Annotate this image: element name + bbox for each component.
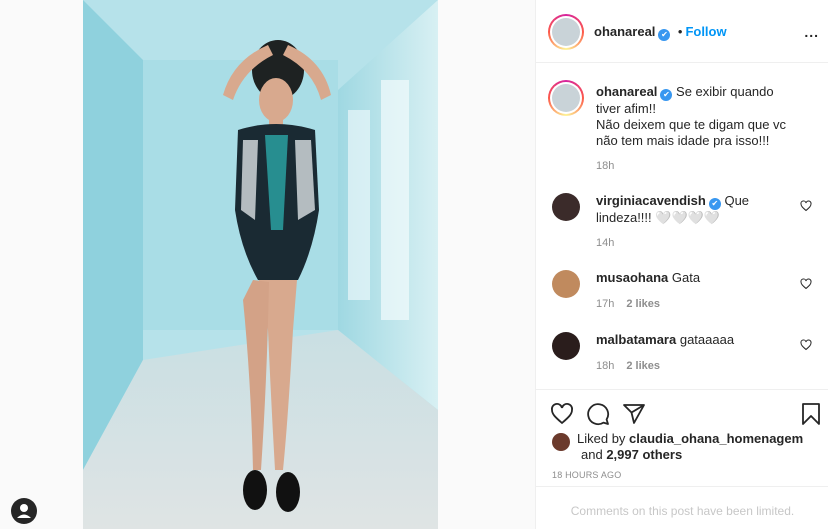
bookmark-icon[interactable] [799, 402, 823, 426]
liker-avatar[interactable] [552, 433, 570, 451]
mid-gap [438, 0, 535, 529]
post-timestamp[interactable]: 18 HOURS AGO [552, 470, 621, 480]
comment-username[interactable]: virginiacavendish [596, 193, 706, 208]
follow-button[interactable]: Follow [685, 24, 726, 39]
likes-summary: Liked by claudia_ohana_homenagem and 2,9… [577, 431, 803, 463]
comment-username[interactable]: musaohana [596, 270, 668, 285]
comments-limited-notice: Comments on this post have been limited. [536, 486, 828, 529]
post-photo-illustration [83, 0, 438, 529]
heart-icon[interactable] [550, 402, 574, 426]
comment-time[interactable]: 18h [596, 360, 614, 372]
comment-icon[interactable] [586, 402, 610, 426]
heart-icon[interactable] [800, 278, 812, 290]
author-avatar[interactable] [548, 14, 584, 50]
comment-meta: 17h 2 likes [596, 298, 660, 310]
heart-icon[interactable] [800, 339, 812, 351]
comment-text: Gata [671, 270, 701, 285]
likes-and: and [581, 447, 603, 462]
liker-username[interactable]: claudia_ohana_homenagem [629, 431, 803, 446]
caption-avatar[interactable] [548, 80, 584, 116]
separator-dot: • [677, 24, 683, 39]
left-gutter [0, 0, 83, 529]
comment-username[interactable]: malbatamara [596, 332, 676, 347]
caption-time[interactable]: 18h [596, 160, 614, 172]
author-username[interactable]: ohanareal [594, 24, 655, 39]
author-line: ohanareal ✔ • Follow [594, 23, 727, 41]
caption-text: ohanareal ✔ Se exibir quando tiver afim!!… [596, 84, 796, 149]
commenter-avatar[interactable] [552, 193, 580, 221]
action-bar: Liked by claudia_ohana_homenagem and 2,9… [536, 389, 828, 486]
comment-item: virginiacavendish ✔ Que lindeza!!!! 🤍🤍🤍🤍 [596, 193, 796, 226]
profile-button[interactable] [11, 498, 37, 524]
comment-text: gataaaaa [679, 332, 735, 347]
heart-icon[interactable] [800, 200, 812, 212]
likes-others[interactable]: 2,997 others [606, 447, 682, 462]
comment-item: malbatamara gataaaaa [596, 332, 796, 348]
commenter-avatar[interactable] [552, 270, 580, 298]
comment-time[interactable]: 14h [596, 237, 614, 249]
post-sidebar: ohanareal ✔ • Follow ... ohanareal ✔ Se exi… [535, 0, 828, 529]
comment-likes[interactable]: 2 likes [626, 360, 660, 372]
verified-icon: ✔ [658, 29, 671, 41]
user-icon [17, 504, 31, 518]
comment-meta: 18h 2 likes [596, 360, 660, 372]
post-photo[interactable] [83, 0, 438, 529]
likes-prefix: Liked by [577, 431, 626, 446]
comment-likes[interactable]: 2 likes [626, 298, 660, 310]
more-icon[interactable]: ... [804, 24, 819, 40]
verified-icon: ✔ [708, 198, 721, 210]
caption-username[interactable]: ohanareal [596, 84, 657, 99]
share-icon[interactable] [622, 402, 646, 426]
post-header: ohanareal ✔ • Follow ... [536, 0, 828, 63]
commenter-avatar[interactable] [552, 332, 580, 360]
verified-icon: ✔ [660, 89, 673, 101]
caption-line2: Não deixem que te digam que vc não tem m… [596, 117, 787, 148]
comment-time[interactable]: 17h [596, 298, 614, 310]
comment-item: musaohana Gata [596, 270, 796, 286]
